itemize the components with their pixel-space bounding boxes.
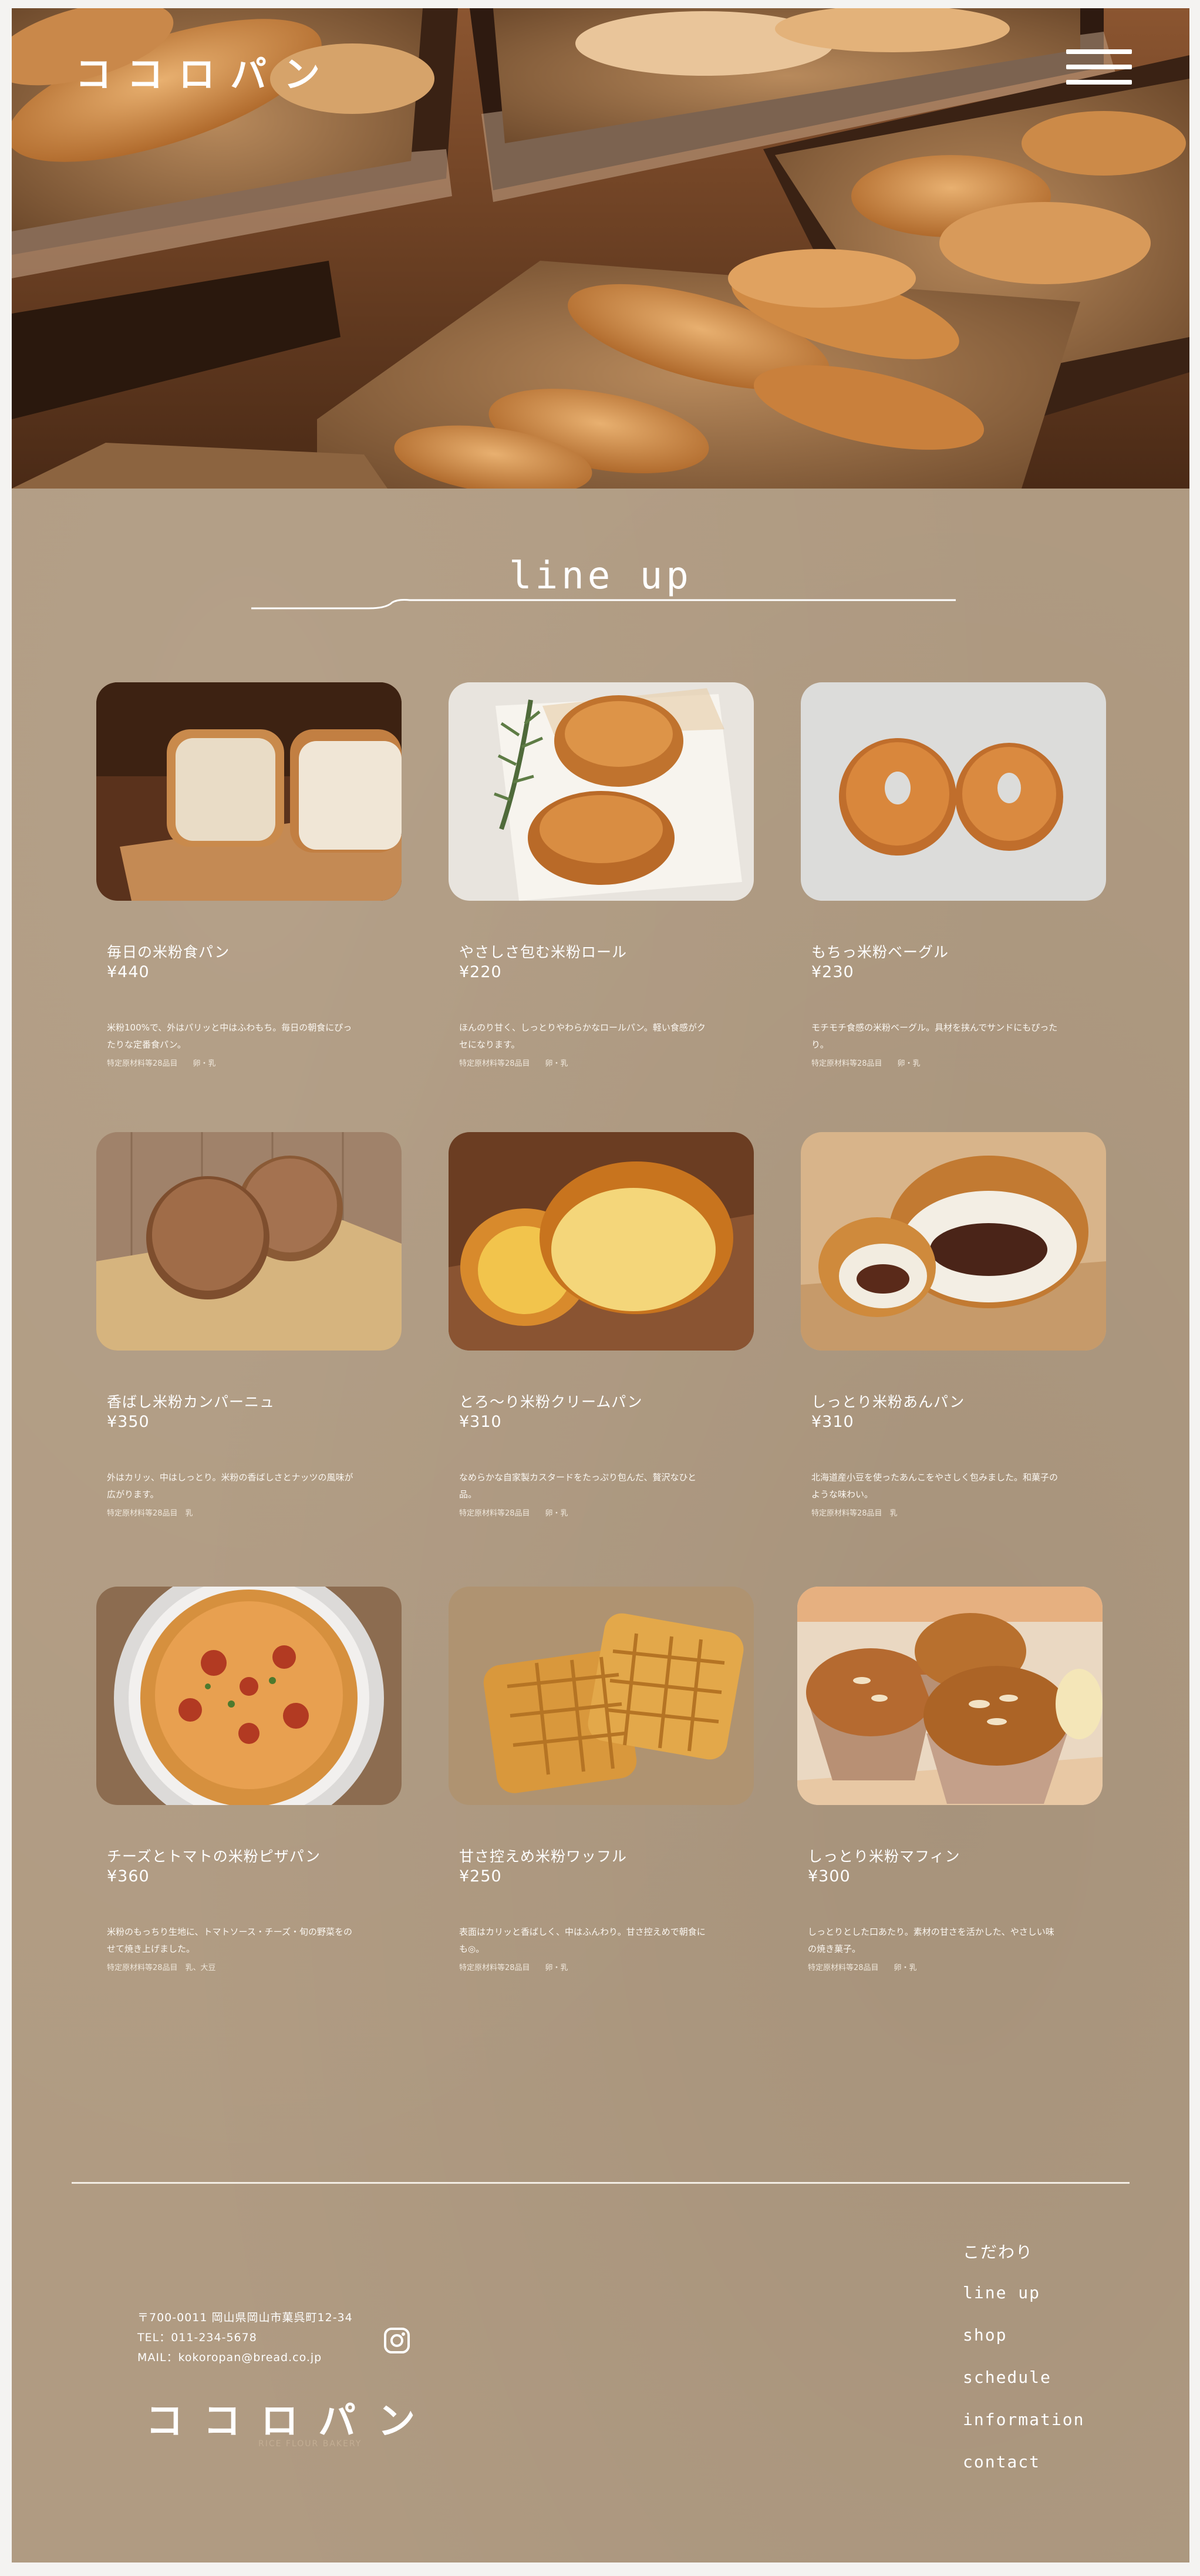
product-name: 香ばし米粉カンパーニュ (107, 1393, 275, 1410)
product-price: ¥360 (107, 1867, 150, 1885)
product-description: 米粉100%で、外はパリッと中はふわもち。毎日の朝食にぴったりな定番食パン。 (107, 1022, 352, 1050)
product-allergen: 特定原材料等28品目 卵・乳 (811, 1059, 921, 1068)
product-price: ¥220 (459, 963, 502, 981)
product-price: ¥250 (459, 1867, 502, 1885)
product-price: ¥230 (811, 963, 854, 981)
product-image[interactable] (801, 682, 1106, 901)
footer-nav-contact[interactable]: contact (963, 2452, 1040, 2471)
product-allergen: 特定原材料等28品目 卵・乳 (808, 1964, 917, 1972)
product-name: やさしさ包む米粉ロール (459, 944, 628, 961)
product-description: 表面はカリッと香ばしく、中はふんわり。甘さ控えめで朝食にも◎。 (459, 1927, 706, 1954)
product-allergen: 特定原材料等28品目 乳 (811, 1509, 898, 1518)
title-underline (251, 599, 956, 610)
product-card[interactable]: 甘さ控えめ米粉ワッフル ¥250 表面はカリッと香ばしく、中はふんわり。甘さ控え… (449, 1587, 754, 1972)
product-card[interactable]: しっとり米粉マフィン ¥300 しっとりとした口あたり。素材の甘さを活かした、や… (797, 1587, 1103, 1972)
product-description: なめらかな自家製カスタードをたっぷり包んだ、贅沢なひと品。 (459, 1472, 697, 1500)
footer-nav-shop[interactable]: shop (963, 2325, 1007, 2345)
product-card[interactable]: しっとり米粉あんパン ¥310 北海道産小豆を使ったあんこをやさしく包みました。… (801, 1132, 1106, 1518)
product-card[interactable]: とろ〜り米粉クリームパン ¥310 なめらかな自家製カスタードをたっぷり包んだ、… (449, 1132, 754, 1518)
footer-nav-information[interactable]: information (963, 2410, 1084, 2429)
product-allergen: 特定原材料等28品目 卵・乳 (459, 1964, 568, 1972)
product-price: ¥310 (459, 1413, 502, 1431)
hamburger-menu-icon[interactable] (1066, 49, 1132, 86)
product-price: ¥310 (811, 1413, 854, 1431)
product-card[interactable]: チーズとトマトの米粉ピザパン ¥360 米粉のもっちり生地に、トマトソース・チー… (96, 1587, 402, 1972)
product-allergen: 特定原材料等28品目 卵・乳 (107, 1059, 216, 1068)
product-name: 甘さ控えめ米粉ワッフル (459, 1848, 628, 1865)
footer-nav-schedule[interactable]: schedule (963, 2368, 1051, 2387)
product-name: 毎日の米粉食パン (107, 944, 230, 961)
product-description: ほんのり甘く、しっとりやわらかなロールパン。軽い食感がクセになります。 (459, 1022, 706, 1050)
product-image[interactable] (449, 1132, 754, 1351)
product-image[interactable] (801, 1132, 1106, 1351)
instagram-icon[interactable] (383, 2326, 411, 2355)
product-card[interactable]: やさしさ包む米粉ロール ¥220 ほんのり甘く、しっとりやわらかなロールパン。軽… (449, 682, 754, 1068)
footer-postal-address: 〒700-0011 岡山県岡山市菓呉町12-34 (137, 2311, 353, 2324)
product-allergen: 特定原材料等28品目 乳 (107, 1509, 193, 1518)
product-name: しっとり米粉あんパン (811, 1393, 965, 1410)
product-allergen: 特定原材料等28品目 卵・乳 (459, 1059, 568, 1068)
product-image[interactable] (797, 1587, 1103, 1805)
product-name: しっとり米粉マフィン (808, 1848, 960, 1865)
footer-nav-lineup[interactable]: line up (963, 2283, 1040, 2302)
product-card[interactable]: 香ばし米粉カンパーニュ ¥350 外はカリッ、中はしっとり。米粉の香ばしさとナッ… (96, 1132, 402, 1518)
product-allergen: 特定原材料等28品目 乳、大豆 (107, 1964, 216, 1972)
product-description: 北海道産小豆を使ったあんこをやさしく包みました。和菓子のような味わい。 (811, 1472, 1059, 1500)
product-image[interactable] (449, 1587, 754, 1805)
product-description: 米粉のもっちり生地に、トマトソース・チーズ・旬の野菜をのせて焼き上げました。 (107, 1927, 353, 1954)
section-title: line up (509, 554, 692, 598)
hero-image: ココロパン (12, 8, 1189, 489)
product-image[interactable] (96, 1132, 402, 1351)
product-description: しっとりとした口あたり。素材の甘さを活かした、やさしい味の焼き菓子。 (808, 1927, 1054, 1954)
product-name: もちっ米粉ベーグル (811, 944, 949, 961)
footer-tel: TEL：011-234-5678 (137, 2331, 257, 2344)
product-description: 外はカリッ、中はしっとり。米粉の香ばしさとナッツの風味が広がります。 (107, 1472, 353, 1500)
product-price: ¥440 (107, 963, 150, 981)
page: ココロパン line up 毎日の米粉食パン ¥440 米粉100%で、外はパリ… (12, 8, 1189, 2562)
footer-logo[interactable]: ココロパン (146, 2391, 435, 2445)
footer-logo-subtitle: RICE FLOUR BAKERY (258, 2439, 362, 2449)
footer-nav-kodawari[interactable]: こだわり (963, 2240, 1033, 2263)
product-allergen: 特定原材料等28品目 卵・乳 (459, 1509, 568, 1518)
product-image[interactable] (96, 682, 402, 901)
product-description: モチモチ食感の米粉ベーグル。具材を挟んでサンドにもぴったり。 (811, 1022, 1058, 1050)
footer-divider (72, 2182, 1130, 2184)
footer-mail[interactable]: MAIL：kokoropan@bread.co.jp (137, 2349, 322, 2365)
product-card[interactable]: もちっ米粉ベーグル ¥230 モチモチ食感の米粉ベーグル。具材を挟んでサンドにも… (801, 682, 1106, 1068)
product-card[interactable]: 毎日の米粉食パン ¥440 米粉100%で、外はパリッと中はふわもち。毎日の朝食… (96, 682, 402, 1068)
site-logo[interactable]: ココロパン (75, 45, 335, 97)
product-price: ¥300 (808, 1867, 851, 1885)
product-name: とろ〜り米粉クリームパン (459, 1393, 643, 1410)
product-name: チーズとトマトの米粉ピザパン (107, 1848, 321, 1865)
product-price: ¥350 (107, 1413, 150, 1431)
product-image[interactable] (96, 1587, 402, 1805)
product-image[interactable] (449, 682, 754, 901)
